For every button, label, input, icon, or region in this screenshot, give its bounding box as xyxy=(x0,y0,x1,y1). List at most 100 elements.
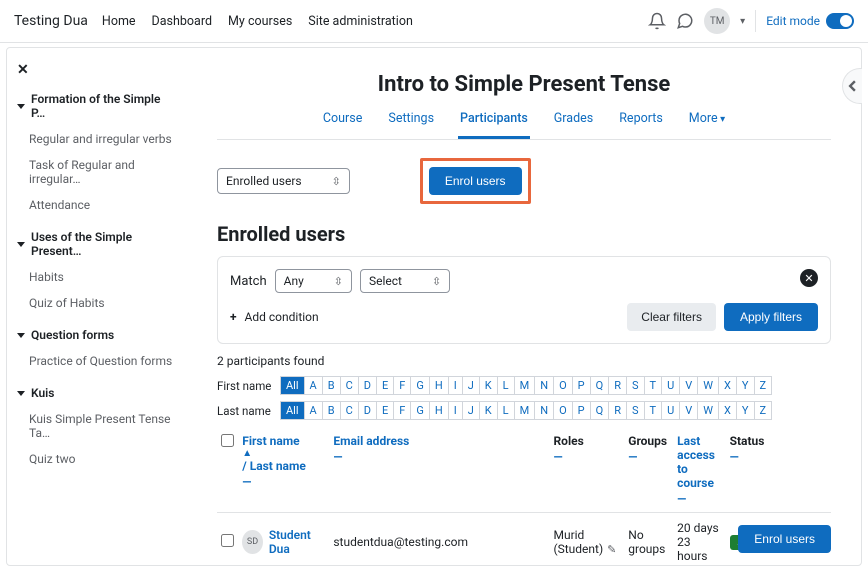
pencil-icon[interactable]: ✎ xyxy=(607,543,616,556)
initial-letter[interactable]: U xyxy=(661,376,680,395)
sidebar-section-header[interactable]: Kuis xyxy=(17,386,177,400)
initial-letter[interactable]: L xyxy=(497,376,515,395)
initial-letter[interactable]: K xyxy=(479,376,498,395)
th-email[interactable]: Email address xyxy=(333,434,409,448)
initial-letter[interactable]: M xyxy=(514,376,536,395)
tab-grades[interactable]: Grades xyxy=(552,111,595,139)
nav-home[interactable]: Home xyxy=(102,14,136,29)
sidebar-item[interactable]: Quiz two xyxy=(17,446,177,472)
th-name[interactable]: First name▲/ Last name xyxy=(242,434,325,473)
user-link[interactable]: Student Dua xyxy=(269,528,326,556)
initial-letter[interactable]: X xyxy=(718,401,737,420)
th-lastaccess[interactable]: Last access to course xyxy=(677,434,715,490)
tab-reports[interactable]: Reports xyxy=(617,111,665,139)
initial-letter[interactable]: I xyxy=(448,376,463,395)
initial-letter[interactable]: G xyxy=(410,401,430,420)
sidebar-section-header[interactable]: Formation of the Simple P… xyxy=(17,92,177,120)
initial-letter[interactable]: H xyxy=(429,376,449,395)
initial-letter[interactable]: B xyxy=(322,401,341,420)
initial-letter[interactable]: W xyxy=(697,401,719,420)
message-icon[interactable] xyxy=(676,12,694,30)
close-drawer-icon[interactable]: ✕ xyxy=(17,62,177,78)
initial-letter[interactable]: S xyxy=(626,376,645,395)
initial-letter[interactable]: A xyxy=(304,401,323,420)
initial-letter[interactable]: J xyxy=(462,401,480,420)
initial-letter[interactable]: Z xyxy=(754,401,773,420)
sidebar-section-header[interactable]: Uses of the Simple Present… xyxy=(17,230,177,258)
filter-field-select[interactable]: Select xyxy=(360,269,450,293)
initial-letter[interactable]: A xyxy=(304,376,323,395)
brand[interactable]: Testing Dua xyxy=(14,13,88,29)
nav-siteadmin[interactable]: Site administration xyxy=(308,14,413,29)
enrol-users-button[interactable]: Enrol users xyxy=(429,167,522,195)
initial-letter[interactable]: N xyxy=(534,376,554,395)
initial-letter[interactable]: B xyxy=(322,376,341,395)
initial-letter[interactable]: N xyxy=(534,401,554,420)
drawer-toggle-right[interactable] xyxy=(842,68,862,104)
initial-letter[interactable]: R xyxy=(608,401,627,420)
nav-dashboard[interactable]: Dashboard xyxy=(152,14,212,29)
initial-letter[interactable]: H xyxy=(429,401,449,420)
initial-letter[interactable]: T xyxy=(644,376,663,395)
clear-filters-button[interactable]: Clear filters xyxy=(627,303,716,331)
initial-letter[interactable]: C xyxy=(340,401,359,420)
initial-letter[interactable]: V xyxy=(679,401,698,420)
sidebar-item[interactable]: Task of Regular and irregular… xyxy=(17,152,177,192)
initial-letter[interactable]: U xyxy=(661,401,680,420)
nav-mycourses[interactable]: My courses xyxy=(228,14,292,29)
enrol-users-button-bottom[interactable]: Enrol users xyxy=(738,525,831,553)
participants-mode-select[interactable]: Enrolled users xyxy=(217,168,350,194)
initial-letter[interactable]: M xyxy=(514,401,536,420)
initial-letter[interactable]: T xyxy=(644,401,663,420)
initial-all[interactable]: All xyxy=(280,376,305,395)
initial-letter[interactable]: Q xyxy=(590,376,610,395)
edit-mode-toggle[interactable] xyxy=(826,13,854,29)
initial-letter[interactable]: P xyxy=(572,376,591,395)
initial-letter[interactable]: F xyxy=(393,376,411,395)
initial-letter[interactable]: O xyxy=(553,376,573,395)
initial-letter[interactable]: D xyxy=(358,401,377,420)
sidebar-item[interactable]: Habits xyxy=(17,264,177,290)
initial-letter[interactable]: O xyxy=(553,401,573,420)
initial-letter[interactable]: R xyxy=(608,376,627,395)
initial-letter[interactable]: V xyxy=(679,376,698,395)
sidebar-item[interactable]: Attendance xyxy=(17,192,177,218)
initial-letter[interactable]: G xyxy=(410,376,430,395)
initial-letter[interactable]: E xyxy=(376,376,394,395)
user-avatar[interactable]: TM xyxy=(704,8,730,34)
row-checkbox[interactable] xyxy=(221,534,234,547)
initial-letter[interactable]: C xyxy=(340,376,359,395)
select-all-checkbox[interactable] xyxy=(221,434,234,447)
initial-letter[interactable]: L xyxy=(497,401,515,420)
initial-letter[interactable]: F xyxy=(393,401,411,420)
initial-letter[interactable]: W xyxy=(697,376,719,395)
sidebar-item[interactable]: Quiz of Habits xyxy=(17,290,177,316)
initial-letter[interactable]: J xyxy=(462,376,480,395)
initial-letter[interactable]: Z xyxy=(754,376,773,395)
initial-letter[interactable]: D xyxy=(358,376,377,395)
initial-letter[interactable]: Y xyxy=(736,376,755,395)
initial-letter[interactable]: E xyxy=(376,401,394,420)
sidebar-item[interactable]: Practice of Question forms xyxy=(17,348,177,374)
initial-letter[interactable]: Q xyxy=(590,401,610,420)
apply-filters-button[interactable]: Apply filters xyxy=(724,303,818,331)
sidebar-section-header[interactable]: Question forms xyxy=(17,328,177,342)
initial-letter[interactable]: X xyxy=(718,376,737,395)
add-condition-button[interactable]: + Add condition xyxy=(230,310,319,324)
initial-letter[interactable]: I xyxy=(448,401,463,420)
initial-letter[interactable]: Y xyxy=(736,401,755,420)
initial-letter[interactable]: K xyxy=(479,401,498,420)
initial-letter[interactable]: P xyxy=(572,401,591,420)
match-select[interactable]: Any xyxy=(275,269,352,293)
tab-course[interactable]: Course xyxy=(321,111,364,139)
tab-participants[interactable]: Participants xyxy=(458,111,530,139)
sidebar-item[interactable]: Regular and irregular verbs xyxy=(17,126,177,152)
tab-more[interactable]: More xyxy=(687,111,727,139)
tab-settings[interactable]: Settings xyxy=(386,111,436,139)
sidebar-item[interactable]: Kuis Simple Present Tense Ta… xyxy=(17,406,177,446)
close-filter-icon[interactable]: ✕ xyxy=(800,269,818,287)
bell-icon[interactable] xyxy=(648,12,666,30)
initial-letter[interactable]: S xyxy=(626,401,645,420)
initial-all[interactable]: All xyxy=(280,401,305,420)
chevron-down-icon[interactable]: ▾ xyxy=(740,16,745,27)
